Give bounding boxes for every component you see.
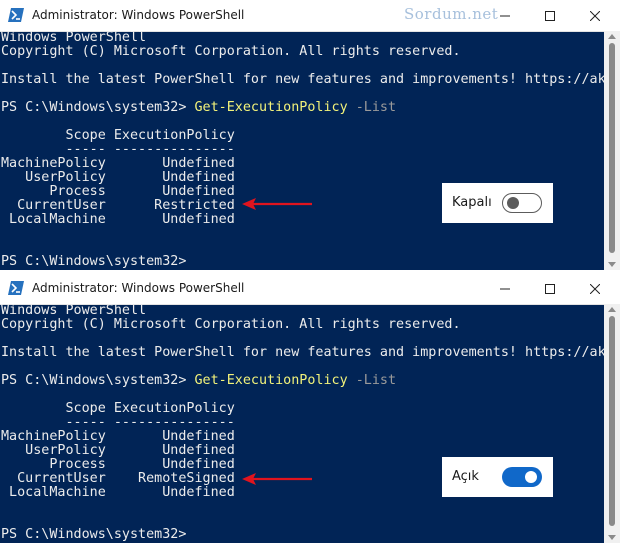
close-button[interactable] [572,273,617,304]
prompt: PS C:\Windows\system32> [1,373,187,388]
toggle-card: Açık [442,457,553,497]
console-line: Install the latest PowerShell for new fe… [1,345,604,360]
table-separator: ----- --------------- [1,415,235,430]
table-row: CurrentUser RemoteSigned [1,471,235,486]
vertical-scrollbar[interactable] [604,31,620,270]
table-row: UserPolicy Undefined [1,170,235,185]
close-icon [589,283,600,294]
command-parameter: -List [355,100,397,115]
command-name: Get-ExecutionPolicy [194,100,348,115]
console-line: Install the latest PowerShell for new fe… [1,72,604,87]
console-line: Copyright (C) Microsoft Corporation. All… [1,44,461,59]
toggle-switch[interactable] [502,193,542,213]
command-line: PS C:\Windows\system32> Get-ExecutionPol… [1,374,396,388]
maximize-icon [544,283,555,294]
powershell-icon [8,8,24,22]
toggle-knob [507,197,519,209]
toggle-label: Kapalı [452,195,492,210]
table-row: LocalMachine Undefined [1,212,235,227]
scroll-down-icon[interactable] [608,262,616,267]
toggle-switch[interactable] [502,467,542,487]
red-arrow-icon [242,473,312,485]
table-row: MachinePolicy Undefined [1,429,235,444]
scroll-thumb[interactable] [609,43,615,253]
prompt: PS C:\Windows\system32> [1,254,187,269]
table-row: LocalMachine Undefined [1,485,235,500]
window-title: Administrator: Windows PowerShell [32,281,245,295]
console-output[interactable]: Windows PowerShell Copyright (C) Microso… [0,31,604,270]
table-header: Scope ExecutionPolicy [1,401,235,416]
close-button[interactable] [572,0,617,31]
table-row: MachinePolicy Undefined [1,156,235,171]
table-row: Process Undefined [1,457,235,472]
powershell-icon [8,281,24,295]
table-header: Scope ExecutionPolicy [1,128,235,143]
scroll-up-icon[interactable] [608,34,616,39]
toggle-card: Kapalı [442,183,553,223]
scroll-thumb[interactable] [609,316,615,526]
toggle-knob [525,471,537,483]
table-row: CurrentUser Restricted [1,198,235,213]
console-line: Copyright (C) Microsoft Corporation. All… [1,317,461,332]
scroll-down-icon[interactable] [608,535,616,540]
powershell-window-1: Administrator: Windows PowerShell Sordum… [0,0,620,270]
command-name: Get-ExecutionPolicy [194,373,348,388]
vertical-scrollbar[interactable] [604,304,620,543]
prompt: PS C:\Windows\system32> [1,100,187,115]
minimize-icon [499,288,510,289]
minimize-button[interactable] [482,273,527,304]
console-output[interactable]: Windows PowerShell Copyright (C) Microso… [0,304,604,543]
title-bar[interactable]: Administrator: Windows PowerShell [0,273,620,305]
maximize-button[interactable] [527,273,572,304]
table-row: UserPolicy Undefined [1,443,235,458]
maximize-icon [544,10,555,21]
close-icon [589,10,600,21]
powershell-window-2: Administrator: Windows PowerShell Window… [0,273,620,543]
toggle-label: Açık [452,469,479,484]
table-row: Process Undefined [1,184,235,199]
console-line: Windows PowerShell [1,304,147,318]
red-arrow-icon [242,198,312,210]
command-line: PS C:\Windows\system32> Get-ExecutionPol… [1,101,396,115]
minimize-button[interactable] [482,0,527,31]
prompt: PS C:\Windows\system32> [1,527,187,542]
scroll-up-icon[interactable] [608,307,616,312]
maximize-button[interactable] [527,0,572,31]
table-separator: ----- --------------- [1,142,235,157]
console-line: Windows PowerShell [1,31,147,45]
minimize-icon [499,15,510,16]
command-parameter: -List [355,373,397,388]
window-title: Administrator: Windows PowerShell [32,8,245,22]
title-bar[interactable]: Administrator: Windows PowerShell Sordum… [0,0,620,32]
